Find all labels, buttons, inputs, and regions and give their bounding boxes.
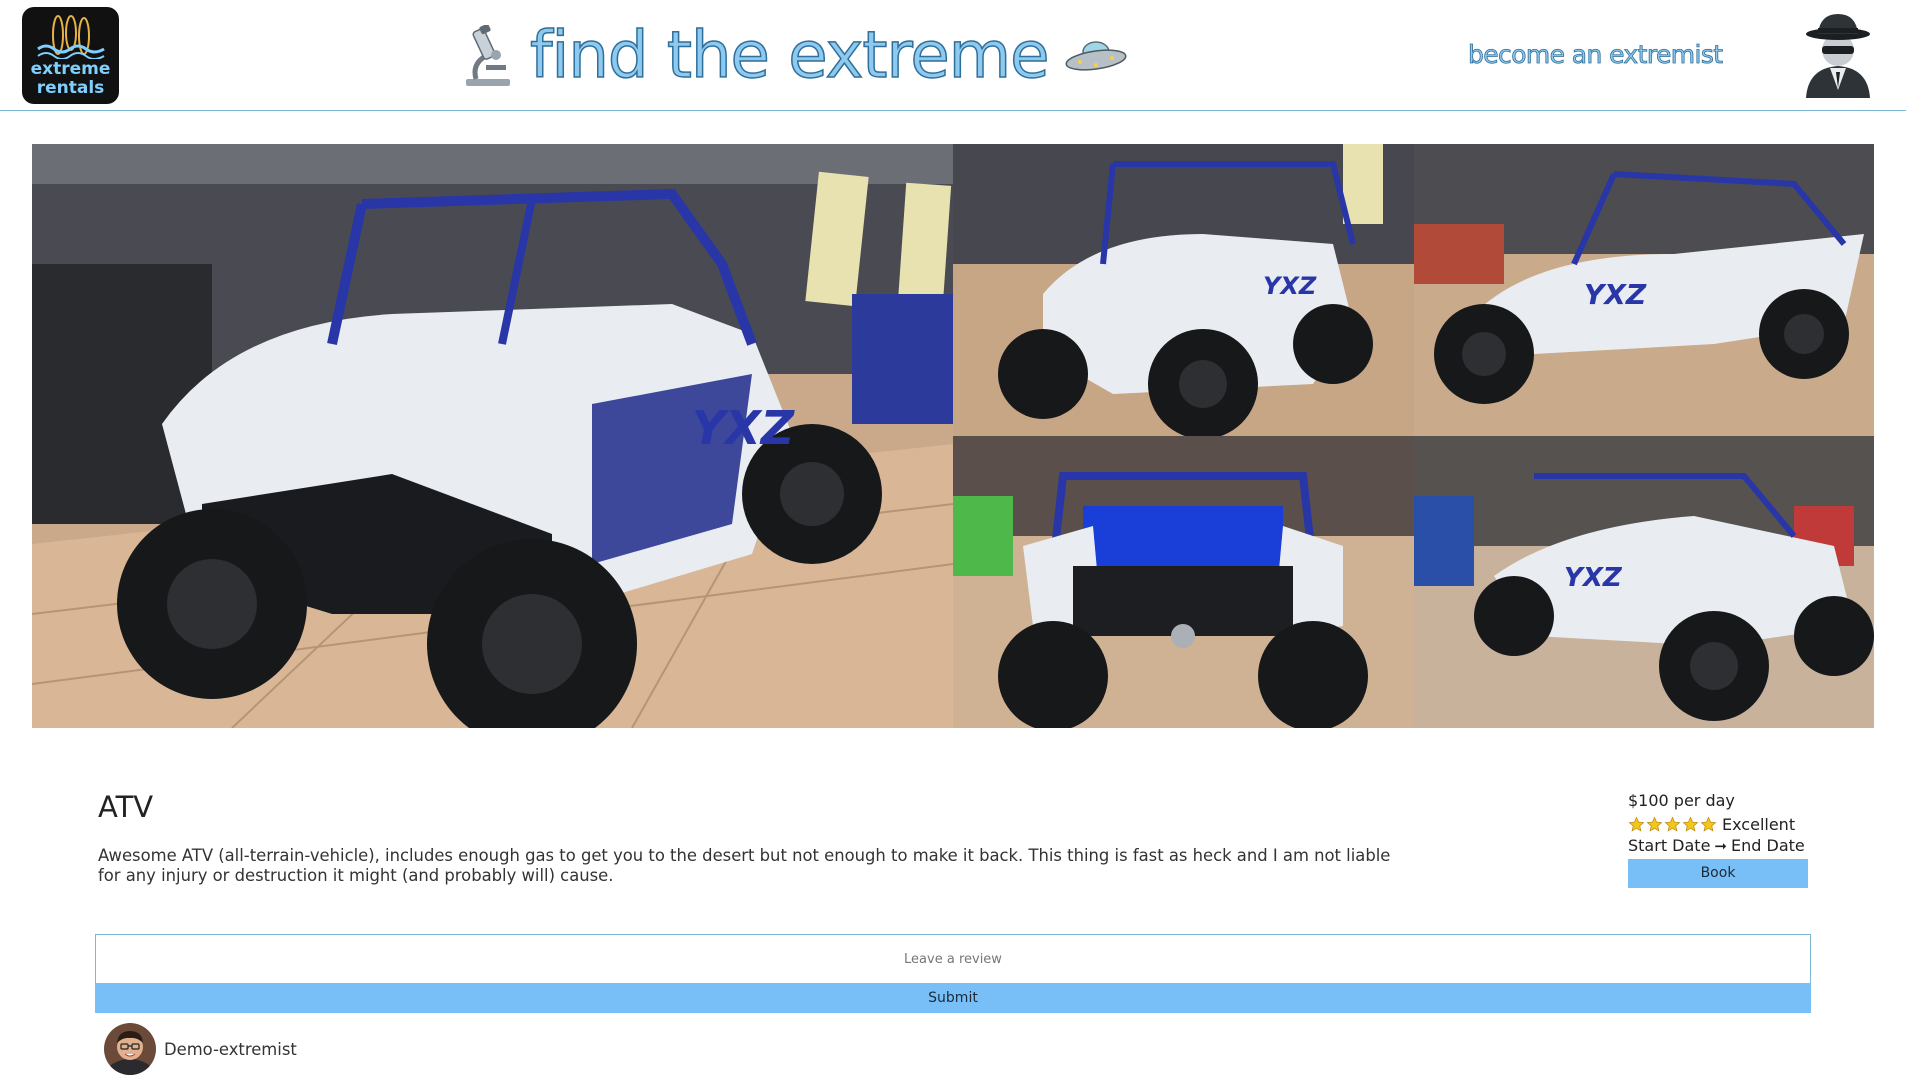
- star-rating: [1628, 816, 1718, 833]
- utv-photo-side: YXZ: [1414, 144, 1874, 436]
- date-range-picker[interactable]: Start Date ➞ End Date: [1628, 835, 1810, 856]
- utv-photo-front: YXZ: [953, 144, 1414, 436]
- gallery-photo-main[interactable]: YXZ: [32, 144, 953, 728]
- logo-line-2: rentals: [36, 78, 105, 98]
- booking-panel: $100 per day Excellent Start Date ➞ End …: [1628, 790, 1810, 888]
- rating: Excellent: [1628, 814, 1810, 835]
- review-input[interactable]: [96, 935, 1810, 983]
- logo-line-1: extreme: [30, 59, 111, 79]
- listing-title: ATV: [98, 790, 154, 824]
- reviewer-name[interactable]: Demo-extremist: [164, 1040, 297, 1059]
- gallery-photo-4[interactable]: [953, 436, 1414, 728]
- brand: find the extreme: [462, 14, 1128, 98]
- spy-avatar-icon: [1806, 14, 1870, 98]
- star-icon: [1664, 816, 1681, 832]
- gallery-photo-2[interactable]: YXZ: [953, 144, 1414, 436]
- utv-photo-rear: [953, 436, 1414, 728]
- microscope-icon: [466, 25, 510, 86]
- end-date[interactable]: End Date: [1731, 836, 1805, 855]
- star-icon: [1646, 816, 1663, 832]
- brand-title: find the extreme: [529, 18, 1050, 94]
- star-icon: [1700, 816, 1717, 832]
- profile-avatar-button[interactable]: [1800, 10, 1876, 98]
- star-icon: [1682, 816, 1699, 832]
- review-item: Demo-extremist: [104, 1023, 297, 1075]
- utv-photo-rear-quarter: YXZ: [1414, 436, 1874, 728]
- svg-text:YXZ: YXZ: [1263, 272, 1317, 300]
- svg-text:YXZ: YXZ: [1564, 563, 1623, 593]
- utv-photo-main: YXZ: [32, 144, 953, 728]
- book-button[interactable]: Book: [1628, 859, 1808, 888]
- become-extremist-link[interactable]: become an extremist: [1468, 40, 1724, 70]
- svg-text:YXZ: YXZ: [1584, 278, 1647, 311]
- reviewer-avatar: [104, 1023, 156, 1075]
- star-icon: [1628, 816, 1645, 832]
- arrow-right-icon: ➞: [1714, 836, 1727, 855]
- ufo-icon: [1065, 41, 1127, 71]
- svg-text:YXZ: YXZ: [692, 401, 796, 455]
- gallery-photo-5[interactable]: YXZ: [1414, 436, 1874, 728]
- surfboards-logo-icon: [37, 15, 105, 59]
- listing-description: Awesome ATV (all-terrain-vehicle), inclu…: [98, 846, 1391, 885]
- rating-label: Excellent: [1722, 815, 1796, 834]
- submit-review-button[interactable]: Submit: [95, 983, 1811, 1013]
- price-per-day: $100 per day: [1628, 791, 1735, 810]
- site-logo[interactable]: extreme rentals: [22, 7, 119, 104]
- gallery-photo-3[interactable]: YXZ: [1414, 144, 1874, 436]
- review-box: [95, 934, 1811, 984]
- site-header: extreme rentals find the extreme become …: [0, 0, 1906, 111]
- start-date[interactable]: Start Date: [1628, 836, 1710, 855]
- user-photo-icon: [104, 1023, 156, 1075]
- photo-gallery: YXZ YXZ YXZ YXZ: [32, 144, 1874, 728]
